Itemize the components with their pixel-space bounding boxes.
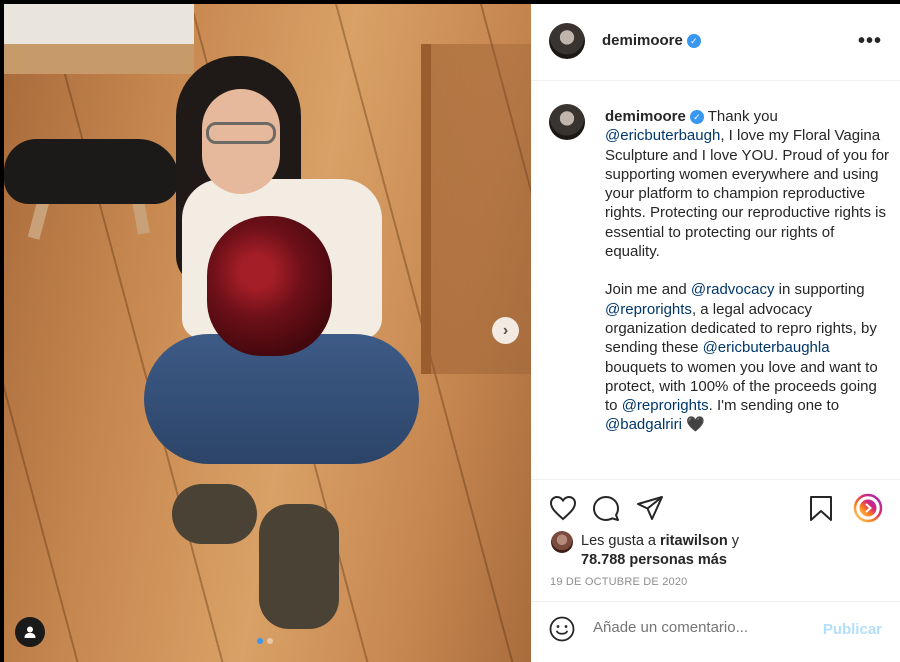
mention-link[interactable]: @reprorights — [605, 301, 692, 318]
header-username[interactable]: demimoore — [602, 32, 683, 49]
post-caption: demimoore ✓ Thank you @ericbuterbaugh, I … — [605, 107, 890, 435]
user-tag-icon — [24, 626, 36, 638]
post-header: demimoore ✓ ••• — [531, 4, 900, 81]
carousel-next-button[interactable]: › — [492, 317, 519, 344]
likes-text: Les gusta a ritawilson y 78.788 personas… — [581, 532, 739, 570]
black-heart-emoji: 🖤 — [686, 416, 705, 434]
bookmark-icon[interactable] — [809, 495, 833, 522]
verified-icon: ✓ — [689, 110, 704, 124]
post-side-panel: demimoore ✓ ••• demimoore ✓ Thank you @eri… — [531, 4, 900, 662]
carousel-dot — [267, 638, 273, 644]
likes-summary: Les gusta a ritawilson y 78.788 personas… — [551, 531, 739, 570]
mention-link[interactable]: @reprorights — [622, 397, 709, 414]
likes-conj: y — [731, 533, 739, 549]
comment-input[interactable] — [593, 619, 803, 636]
avatar[interactable] — [549, 104, 585, 140]
carousel-indicator — [257, 638, 273, 644]
photo-baseboard — [4, 44, 194, 74]
header-username-group: demimoore ✓ — [602, 32, 701, 49]
liker-username[interactable]: ritawilson — [660, 533, 728, 549]
post-date[interactable]: 19 DE OCTUBRE DE 2020 — [550, 576, 687, 588]
photo-person-glasses — [206, 122, 276, 144]
comment-icon[interactable] — [592, 495, 620, 523]
more-icon[interactable]: ••• — [858, 30, 882, 53]
publish-button[interactable]: Publicar — [823, 621, 882, 638]
likes-prefix: Les gusta a — [581, 533, 656, 549]
caption-username[interactable]: demimoore — [605, 108, 686, 125]
share-icon[interactable] — [636, 494, 664, 522]
caption-text: , I love my Floral Vagina Sculpture and … — [605, 127, 890, 261]
mention-link[interactable]: @ericbuterbaugh — [605, 127, 720, 144]
heart-icon[interactable] — [549, 495, 577, 521]
emoji-icon[interactable] — [549, 616, 575, 642]
caption-paragraph: demimoore ✓ Thank you @ericbuterbaugh, I … — [605, 107, 890, 261]
mention-link[interactable]: @ericbuterbaughla — [703, 339, 830, 356]
reels-icon[interactable] — [853, 493, 883, 523]
photo-dog — [4, 139, 179, 204]
avatar[interactable] — [549, 23, 585, 59]
verified-icon: ✓ — [686, 34, 701, 48]
chevron-right-icon: › — [502, 321, 509, 339]
mention-link[interactable]: @radvocacy — [691, 281, 775, 298]
carousel-dot-active — [257, 638, 263, 644]
photo-boot — [259, 504, 339, 629]
photo-boot — [172, 484, 257, 544]
post-actions: Les gusta a ritawilson y 78.788 personas… — [531, 479, 900, 651]
caption-area: demimoore ✓ Thank you @ericbuterbaugh, I … — [531, 82, 900, 479]
liker-avatar[interactable] — [551, 531, 573, 553]
mention-link[interactable]: @badgalriri — [605, 416, 682, 433]
caption-text: Thank you — [707, 108, 778, 125]
caption-paragraph: Join me and @radvocacy in supporting @re… — [605, 280, 890, 434]
caption-text: in supporting — [778, 281, 865, 299]
post-photo[interactable] — [4, 4, 531, 662]
caption-text: . I'm sending one to — [708, 397, 840, 415]
instagram-post-viewer: › demimoore ✓ ••• demimoore ✓ Thank you @e… — [0, 0, 900, 662]
tagged-users-button[interactable] — [15, 617, 45, 647]
comment-bar: Publicar — [531, 601, 900, 655]
likes-count[interactable]: 78.788 personas más — [581, 552, 727, 568]
photo-rose-bouquet — [207, 216, 332, 356]
caption-text: Join me and — [605, 281, 687, 299]
